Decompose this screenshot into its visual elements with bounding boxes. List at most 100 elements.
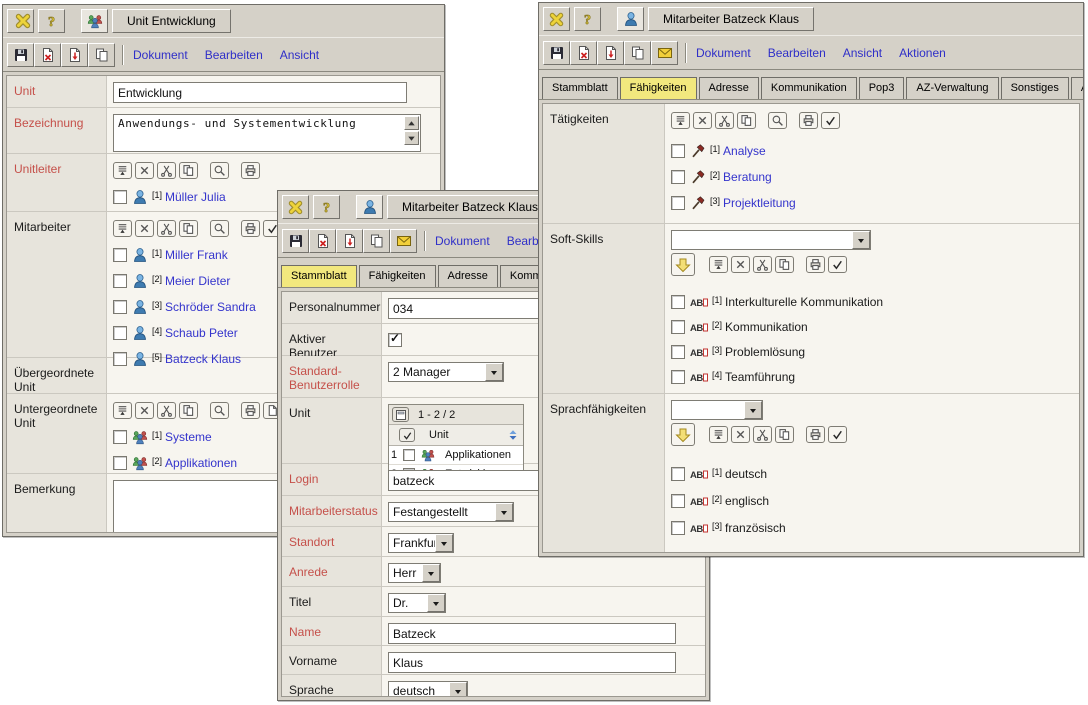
import-button[interactable]: [336, 229, 363, 253]
import-button[interactable]: [597, 41, 624, 65]
search-button[interactable]: [210, 162, 229, 179]
delete-document-button[interactable]: [34, 43, 61, 67]
menu-aktionen[interactable]: Aktionen: [899, 46, 946, 60]
item-link[interactable]: Projektleitung: [723, 196, 796, 210]
item-checkbox[interactable]: [671, 494, 685, 508]
menu-dokument[interactable]: Dokument: [696, 46, 751, 60]
remove-button[interactable]: [731, 426, 750, 443]
delete-document-button[interactable]: [309, 229, 336, 253]
row-checkbox[interactable]: [403, 449, 415, 461]
close-button[interactable]: [543, 7, 570, 31]
mail-button[interactable]: [390, 229, 417, 253]
copy-button[interactable]: [179, 402, 198, 419]
item-checkbox[interactable]: [671, 345, 685, 359]
dropdown-button[interactable]: [449, 682, 467, 697]
unit-input[interactable]: [113, 82, 407, 103]
dropdown-button[interactable]: [485, 363, 503, 381]
cut-button[interactable]: [753, 256, 772, 273]
item-link[interactable]: Systeme: [165, 430, 212, 444]
scroll-down-button[interactable]: [404, 131, 419, 145]
copy-button[interactable]: [624, 41, 651, 65]
select-all-button[interactable]: [399, 428, 415, 442]
dropdown-button[interactable]: [435, 534, 453, 552]
item-link[interactable]: Schaub Peter: [165, 326, 238, 340]
item-link[interactable]: Miller Frank: [165, 248, 228, 262]
tab-pop3[interactable]: Pop3: [859, 77, 905, 99]
softskills-select[interactable]: [671, 230, 871, 250]
save-button[interactable]: [543, 41, 570, 65]
cut-button[interactable]: [753, 426, 772, 443]
item-checkbox[interactable]: [113, 430, 127, 444]
mitarbeiterstatus-select[interactable]: Festangestellt: [388, 502, 514, 522]
tab-stammblatt[interactable]: Stammblatt: [542, 77, 618, 99]
benutzerrolle-select[interactable]: 2 Manager: [388, 362, 504, 382]
sort-icon[interactable]: [507, 429, 519, 441]
menu-dokument[interactable]: Dokument: [435, 234, 490, 248]
item-checkbox[interactable]: [671, 521, 685, 535]
list-button[interactable]: [113, 162, 132, 179]
dropdown-button[interactable]: [744, 401, 762, 419]
item-checkbox[interactable]: [671, 295, 685, 309]
print-button[interactable]: [806, 426, 825, 443]
print-button[interactable]: [241, 402, 260, 419]
help-button[interactable]: [313, 195, 340, 219]
table-menu-button[interactable]: [392, 407, 409, 422]
copy-button[interactable]: [88, 43, 115, 67]
print-button[interactable]: [806, 256, 825, 273]
list-button[interactable]: [113, 220, 132, 237]
copy-button[interactable]: [179, 162, 198, 179]
item-link[interactable]: Analyse: [723, 144, 766, 158]
save-button[interactable]: [282, 229, 309, 253]
name-input[interactable]: [388, 623, 676, 644]
item-checkbox[interactable]: [671, 196, 685, 210]
import-button[interactable]: [61, 43, 88, 67]
tab-adresse[interactable]: Adresse: [699, 77, 759, 99]
copy-button[interactable]: [775, 256, 794, 273]
add-selected-button[interactable]: [671, 253, 695, 276]
item-checkbox[interactable]: [671, 467, 685, 481]
select-button[interactable]: [828, 426, 847, 443]
list-button[interactable]: [671, 112, 690, 129]
tab-alle[interactable]: Alle: [1071, 77, 1083, 99]
select-button[interactable]: [821, 112, 840, 129]
cut-button[interactable]: [157, 220, 176, 237]
copy-button[interactable]: [363, 229, 390, 253]
menu-bearbeiten[interactable]: Bearbeiten: [768, 46, 826, 60]
item-checkbox[interactable]: [113, 274, 127, 288]
list-button[interactable]: [709, 426, 728, 443]
remove-button[interactable]: [135, 162, 154, 179]
dropdown-button[interactable]: [852, 231, 870, 249]
list-button[interactable]: [709, 256, 728, 273]
menu-dokument[interactable]: Dokument: [133, 48, 188, 62]
close-button[interactable]: [282, 195, 309, 219]
item-link[interactable]: Schröder Sandra: [165, 300, 256, 314]
menu-bearbeiten[interactable]: Bearbeiten: [205, 48, 263, 62]
cut-button[interactable]: [715, 112, 734, 129]
remove-button[interactable]: [731, 256, 750, 273]
print-button[interactable]: [241, 220, 260, 237]
sprache-select[interactable]: deutsch: [388, 681, 468, 697]
dropdown-button[interactable]: [427, 594, 445, 612]
item-link[interactable]: Beratung: [723, 170, 772, 184]
scroll-up-button[interactable]: [404, 116, 419, 130]
add-selected-button[interactable]: [671, 423, 695, 446]
item-checkbox[interactable]: [113, 326, 127, 340]
sprachen-select[interactable]: [671, 400, 763, 420]
tab-stammblatt[interactable]: Stammblatt: [281, 265, 357, 287]
select-button[interactable]: [828, 256, 847, 273]
item-checkbox[interactable]: [113, 190, 127, 204]
tab-adresse[interactable]: Adresse: [438, 265, 498, 287]
aktiver-benutzer-checkbox[interactable]: [388, 333, 402, 347]
tab-faehigkeiten[interactable]: Fähigkeiten: [359, 265, 436, 287]
cut-button[interactable]: [157, 402, 176, 419]
dropdown-button[interactable]: [495, 503, 513, 521]
print-button[interactable]: [799, 112, 818, 129]
help-button[interactable]: [574, 7, 601, 31]
item-checkbox[interactable]: [671, 144, 685, 158]
remove-button[interactable]: [135, 220, 154, 237]
help-button[interactable]: [38, 9, 65, 33]
bezeichnung-textarea[interactable]: Anwendungs- und Systementwicklung: [113, 114, 421, 152]
menu-ansicht[interactable]: Ansicht: [280, 48, 319, 62]
cut-button[interactable]: [157, 162, 176, 179]
standort-select[interactable]: Frankfurt: [388, 533, 454, 553]
